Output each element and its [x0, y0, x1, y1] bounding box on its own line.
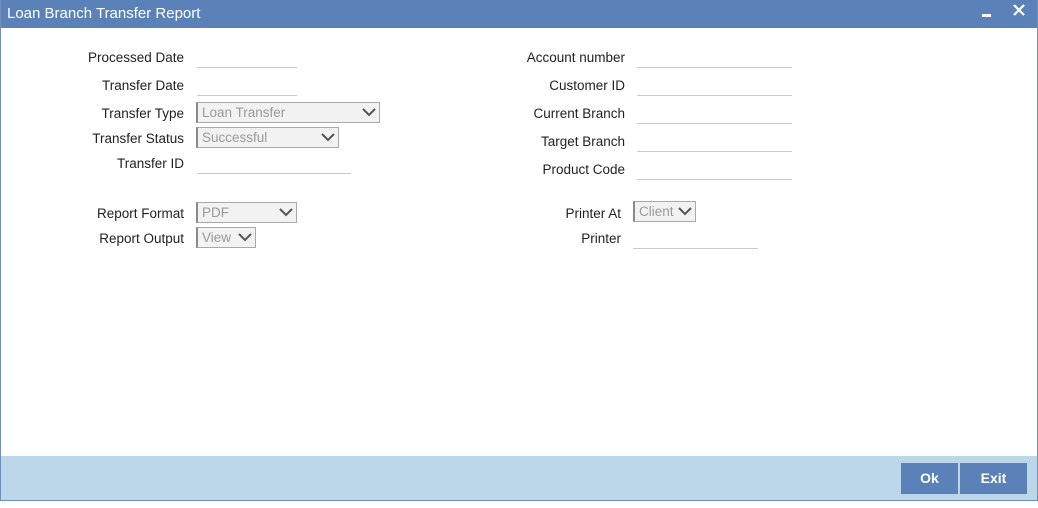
- target-branch-input[interactable]: [637, 132, 792, 152]
- report-window: Loan Branch Transfer Report Processed Da…: [0, 0, 1038, 501]
- target-branch-label: Target Branch: [540, 134, 625, 149]
- report-output-select[interactable]: View: [196, 227, 256, 248]
- product-code-input[interactable]: [637, 160, 792, 180]
- processed-date-label: Processed Date: [87, 50, 184, 65]
- customer-id-input[interactable]: [637, 76, 792, 96]
- transfer-status-select[interactable]: Successful: [196, 127, 339, 148]
- transfer-date-label: Transfer Date: [101, 78, 184, 93]
- report-output-value: View: [202, 230, 232, 245]
- printer-label: Printer: [581, 231, 621, 246]
- close-button[interactable]: [1007, 0, 1031, 26]
- window-title: Loan Branch Transfer Report: [7, 5, 201, 22]
- chevron-down-icon: [678, 207, 692, 216]
- report-format-label: Report Format: [96, 206, 184, 221]
- printer-at-value: Client: [639, 204, 674, 219]
- processed-date-input[interactable]: [197, 48, 297, 68]
- title-bar: Loan Branch Transfer Report: [1, 0, 1037, 28]
- minimize-button[interactable]: [975, 0, 999, 26]
- chevron-down-icon: [321, 133, 335, 142]
- printer-input[interactable]: [633, 229, 758, 249]
- report-output-label: Report Output: [99, 231, 184, 246]
- report-format-value: PDF: [202, 205, 229, 220]
- chevron-down-icon: [362, 108, 376, 117]
- transfer-status-value: Successful: [202, 130, 268, 145]
- customer-id-label: Customer ID: [549, 78, 625, 93]
- transfer-type-select[interactable]: Loan Transfer: [196, 102, 380, 123]
- account-number-input[interactable]: [637, 48, 792, 68]
- transfer-type-value: Loan Transfer: [202, 105, 286, 120]
- footer-bar: Ok Exit: [1, 456, 1037, 500]
- chevron-down-icon: [279, 208, 293, 217]
- minimize-icon: [982, 14, 991, 17]
- account-number-label: Account number: [526, 50, 625, 65]
- report-format-select[interactable]: PDF: [196, 202, 297, 223]
- close-icon: [1013, 4, 1025, 16]
- printer-at-label: Printer At: [565, 206, 621, 221]
- printer-at-select[interactable]: Client: [633, 201, 696, 222]
- current-branch-input[interactable]: [637, 104, 792, 124]
- exit-button[interactable]: Exit: [960, 463, 1027, 494]
- transfer-id-label: Transfer ID: [116, 156, 184, 171]
- current-branch-label: Current Branch: [533, 106, 625, 121]
- chevron-down-icon: [238, 233, 252, 242]
- transfer-status-label: Transfer Status: [92, 131, 184, 146]
- ok-button[interactable]: Ok: [901, 463, 958, 494]
- transfer-date-input[interactable]: [197, 76, 297, 96]
- transfer-id-input[interactable]: [197, 154, 351, 174]
- product-code-label: Product Code: [542, 162, 625, 177]
- transfer-type-label: Transfer Type: [101, 106, 184, 121]
